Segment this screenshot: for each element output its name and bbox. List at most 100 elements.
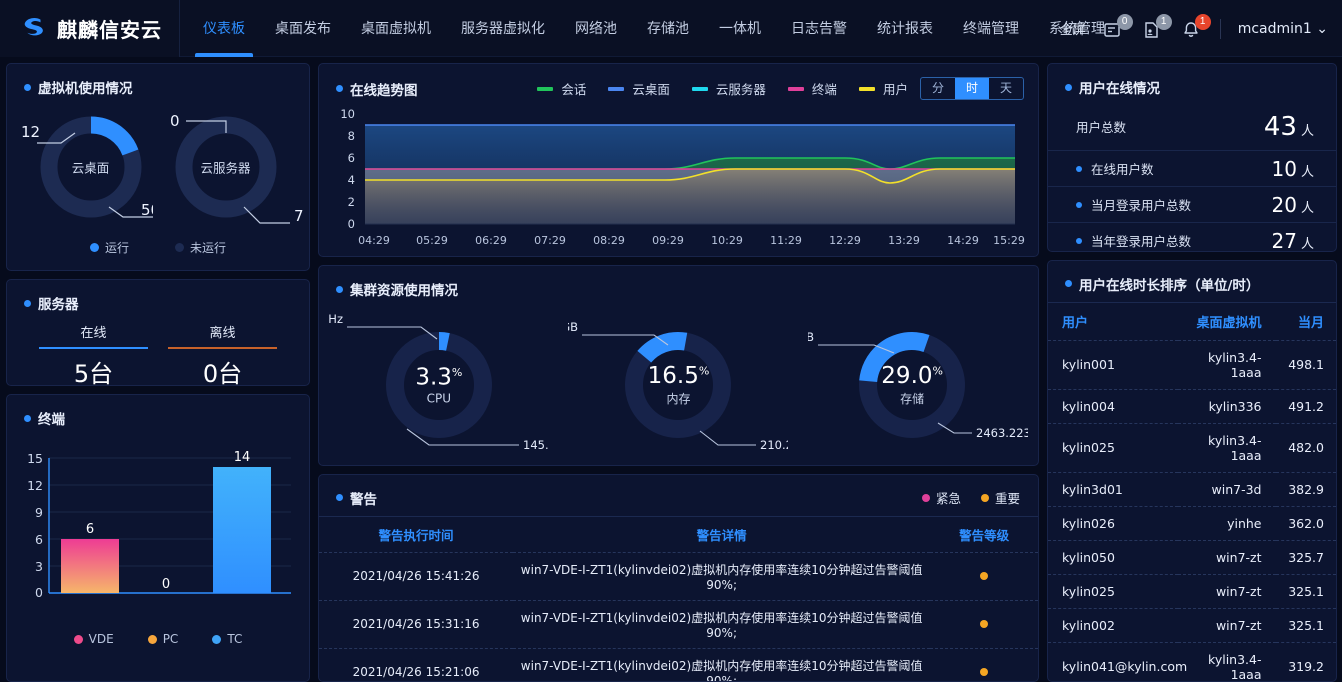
svg-text:07:29: 07:29 <box>534 234 566 247</box>
rank-vm: kylin3.4-1aaa <box>1177 641 1276 681</box>
svg-text:0: 0 <box>35 585 43 600</box>
month-login-unit: 人 <box>1300 200 1314 216</box>
range-hour[interactable]: 时 <box>954 78 989 99</box>
online-users-label: 在线用户数 <box>1091 162 1154 177</box>
chevron-down-icon: ⌄ <box>1316 20 1328 37</box>
bullet-dot-icon <box>336 494 343 502</box>
bell-badge: 1 <box>1194 13 1211 30</box>
level-dot-icon <box>980 620 989 629</box>
trend-legend: 会话 云桌面 云服务器 终端 用户 <box>537 79 908 98</box>
nav-item-log-alarm[interactable]: 日志告警 <box>776 0 862 57</box>
svg-text:6: 6 <box>348 151 355 165</box>
rank-table-header: 用户 桌面虚拟机 当月 <box>1048 301 1336 341</box>
col-warning-detail: 警告详情 <box>513 515 931 553</box>
table-row[interactable]: kylin026 yinhe 362.0 <box>1048 505 1336 541</box>
total-users-unit: 人 <box>1300 123 1314 139</box>
svg-text:15:29: 15:29 <box>993 234 1025 247</box>
rank-user: kylin025 <box>1048 573 1178 609</box>
dashboard-body: 虚拟机使用情况 12 50 云桌面 <box>0 57 1342 682</box>
donut2-label: 云服务器 <box>200 160 251 176</box>
nav-item-statistics-report[interactable]: 统计报表 <box>862 0 948 57</box>
nav-item-desktop-vm[interactable]: 桌面虚拟机 <box>346 0 446 57</box>
brand-logo-area[interactable]: 麒麟信安云 <box>0 0 180 57</box>
document-user-icon[interactable]: 1 <box>1142 13 1172 41</box>
legend-cloud-server[interactable]: 云服务器 <box>691 79 766 98</box>
warning-level <box>930 551 1038 601</box>
tasks-icon[interactable]: 0 <box>1103 13 1133 41</box>
rank-user: kylin001 <box>1048 339 1178 390</box>
table-row[interactable]: 2021/04/26 15:31:16 win7-VDE-I-ZT1(kylin… <box>319 599 1038 649</box>
legend-urgent: 紧急 <box>921 488 961 507</box>
table-row[interactable]: 2021/04/26 15:21:06 win7-VDE-I-ZT1(kylin… <box>319 647 1038 681</box>
table-row[interactable]: kylin050 win7-zt 325.7 <box>1048 539 1336 575</box>
year-login-unit: 人 <box>1300 236 1314 252</box>
table-row[interactable]: kylin002 win7-zt 325.1 <box>1048 607 1336 643</box>
svg-text:04:29: 04:29 <box>358 234 390 247</box>
terminal-bar-chart: 15 12 9 6 3 0 6 0 14 <box>7 428 309 628</box>
rank-vm: yinhe <box>1177 505 1276 541</box>
legend-cloud-desktop[interactable]: 云桌面 <box>608 79 670 98</box>
bullet-dot-icon <box>24 83 31 91</box>
svg-text:09:29: 09:29 <box>652 234 684 247</box>
table-row[interactable]: kylin025 win7-zt 325.1 <box>1048 573 1336 609</box>
server-stats: 在线 5台 离线 0台 <box>7 313 309 385</box>
range-day[interactable]: 天 <box>989 78 1023 99</box>
svg-text:12:29: 12:29 <box>829 234 861 247</box>
nav-item-network-pool[interactable]: 网络池 <box>560 0 632 57</box>
donut1-stopped-value: 50 <box>141 201 153 219</box>
card-terminal: 终端 15 12 9 6 3 0 6 0 14 VDE PC TC <box>6 394 310 682</box>
legend-terminal[interactable]: 终端 <box>787 79 837 98</box>
bullet-dot-icon <box>1076 237 1082 244</box>
fullscreen-button[interactable]: 全屏 <box>1060 19 1086 38</box>
nav-item-dashboard[interactable]: 仪表板 <box>188 0 260 57</box>
warning-detail: win7-VDE-I-ZT1(kylinvdei02)虚拟机内存使用率连续10分… <box>513 551 931 601</box>
bullet-dot-icon <box>1076 165 1082 172</box>
card-online-trend: 在线趋势图 会话 云桌面 云服务器 终端 用户 分 时 天 10 8 6 4 2… <box>318 63 1039 258</box>
svg-text:08:29: 08:29 <box>593 234 625 247</box>
nav-item-terminal-management[interactable]: 终端管理 <box>948 0 1034 57</box>
table-row[interactable]: kylin004 kylin336 491.2 <box>1048 388 1336 424</box>
card-warnings: 警告 紧急 重要 警告执行时间 警告详情 警告等级 2021/04/26 15:… <box>318 473 1039 682</box>
bullet-dot-icon <box>1065 280 1072 288</box>
legend-pc: PC <box>147 632 178 646</box>
nav-item-desktop-publish[interactable]: 桌面发布 <box>260 0 346 57</box>
bullet-dot-icon <box>1076 201 1082 208</box>
rank-vm: win7-3d <box>1177 471 1276 507</box>
table-row[interactable]: 2021/04/26 15:41:26 win7-VDE-I-ZT1(kylin… <box>319 551 1038 601</box>
divider <box>1219 18 1221 39</box>
table-row[interactable]: kylin041@kylin.com kylin3.4-1aaa 319.2 <box>1048 641 1336 681</box>
rank-month: 325.7 <box>1275 539 1336 575</box>
gauge-memory: 41.479GB 210.202GB 16.5% 内存 <box>521 305 825 465</box>
nav-item-storage-pool[interactable]: 存储池 <box>632 0 704 57</box>
bullet-dot-icon <box>24 299 31 307</box>
legend-user[interactable]: 用户 <box>858 79 908 98</box>
svg-text:2: 2 <box>348 195 355 209</box>
table-row[interactable]: kylin001 kylin3.4-1aaa 498.1 <box>1048 339 1336 390</box>
svg-text:13:29: 13:29 <box>888 234 920 247</box>
legend-session[interactable]: 会话 <box>537 79 586 98</box>
svg-text:4: 4 <box>348 173 355 187</box>
card-cluster-resources: 集群资源使用情况 4.965GHz 145.935GHz 3.3% <box>318 265 1039 466</box>
rank-user: kylin004 <box>1048 388 1178 424</box>
bell-icon[interactable]: 1 <box>1181 13 1211 41</box>
top-navigation-bar: 麒麟信安云 仪表板 桌面发布 桌面虚拟机 服务器虚拟化 网络池 存储池 一体机 … <box>0 0 1342 57</box>
table-row[interactable]: kylin025 kylin3.4-1aaa 482.0 <box>1048 422 1336 473</box>
svg-text:14: 14 <box>234 450 251 465</box>
svg-text:11:29: 11:29 <box>770 234 802 247</box>
nav-item-server-virtualization[interactable]: 服务器虚拟化 <box>446 0 560 57</box>
storage-label: 存储 <box>900 392 925 407</box>
card-server: 服务器 在线 5台 离线 0台 <box>6 279 310 386</box>
range-minute[interactable]: 分 <box>921 78 955 99</box>
storage-used-value: 1006.105GB <box>808 330 814 344</box>
nav-item-appliance[interactable]: 一体机 <box>704 0 776 57</box>
warning-level <box>930 647 1038 681</box>
total-users-label: 用户总数 <box>1076 120 1127 135</box>
left-column: 虚拟机使用情况 12 50 云桌面 <box>6 63 310 682</box>
memory-used-value: 41.479GB <box>568 320 578 334</box>
col-desktop-vm: 桌面虚拟机 <box>1177 301 1276 341</box>
svg-text:0: 0 <box>348 217 355 231</box>
user-menu[interactable]: mcadmin1 ⌄ <box>1238 21 1328 37</box>
table-row[interactable]: kylin3d01 win7-3d 382.9 <box>1048 471 1336 507</box>
rank-table-body: kylin001 kylin3.4-1aaa 498.1 kylin004 ky… <box>1048 339 1336 681</box>
card-terminal-title: 终端 <box>7 395 309 428</box>
